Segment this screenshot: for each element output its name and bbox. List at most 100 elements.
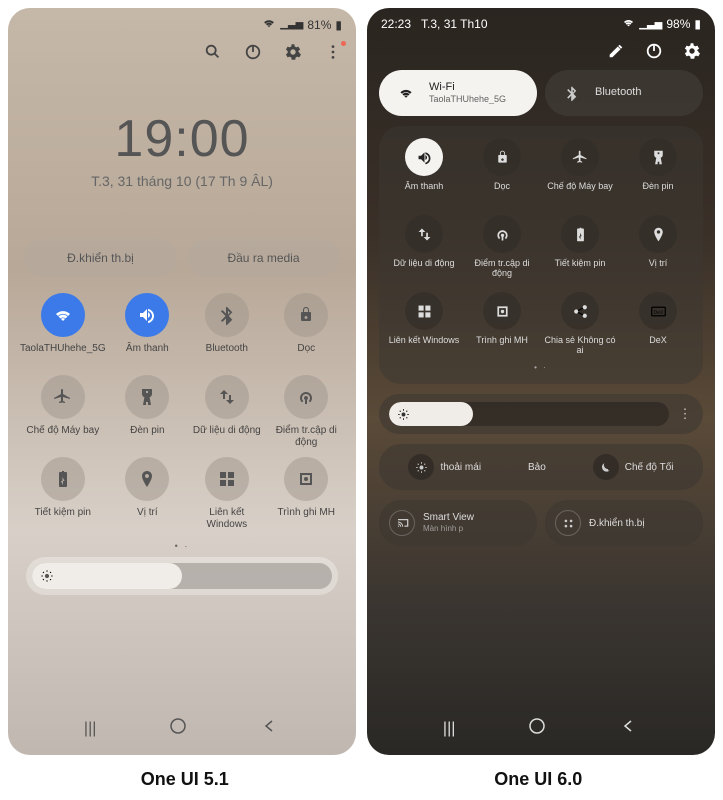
tile-label: Âm thanh — [126, 343, 169, 367]
back-button[interactable] — [619, 716, 639, 741]
gear-icon[interactable] — [284, 43, 302, 61]
flash-icon — [125, 375, 169, 419]
signal-icon: ▁▃▅ — [639, 19, 662, 30]
top-bar — [8, 37, 356, 67]
status-bar: ▁▃▅ 81% ▮ — [8, 8, 356, 37]
bluetooth-pill[interactable]: Bluetooth — [545, 70, 703, 116]
battery-percent: 98% — [666, 17, 690, 31]
media-output-pill[interactable]: Đầu ra media — [187, 239, 340, 277]
page-indicator: • · — [8, 541, 356, 551]
tile-label: Trình ghi MH — [278, 507, 335, 531]
power-icon[interactable] — [645, 42, 663, 60]
tile-rec[interactable]: Trình ghi MH — [269, 457, 344, 531]
batt-icon — [561, 215, 599, 253]
tile-share[interactable]: Chia sẻ Không có ai — [543, 292, 617, 357]
plane-icon — [561, 138, 599, 176]
status-bar: 22:23 T.3, 31 Th10 ▁▃▅ 98% ▮ — [367, 8, 715, 36]
lock-icon — [483, 138, 521, 176]
rec-icon — [483, 292, 521, 330]
tile-label: Đèn pin — [642, 181, 673, 203]
tile-label: Chế độ Máy bay — [547, 181, 613, 203]
power-icon[interactable] — [244, 43, 262, 61]
eye-comfort-toggle[interactable]: thoải mái — [408, 454, 481, 480]
smart-view-pill[interactable]: Smart ViewMàn hình p — [379, 500, 537, 546]
brightness-slider[interactable] — [26, 557, 338, 595]
tile-data[interactable]: Dữ liệu di động — [387, 215, 461, 280]
tile-label: Vị trí — [137, 507, 158, 531]
tile-lock[interactable]: Dọc — [465, 138, 539, 203]
battery-icon: ▮ — [694, 17, 701, 31]
tile-label: Tiết kiệm pin — [555, 258, 606, 280]
loc-icon — [639, 215, 677, 253]
tile-label: Bluetooth — [206, 343, 248, 367]
tile-label: Liên kết Windows — [389, 335, 460, 357]
hotspot-icon — [483, 215, 521, 253]
nav-bar: ||| — [8, 702, 356, 755]
tile-hotspot[interactable]: Điểm tr.cập di động — [269, 375, 344, 449]
gear-icon[interactable] — [683, 42, 701, 60]
more-icon[interactable] — [324, 43, 342, 61]
recents-button[interactable]: ||| — [443, 720, 455, 738]
protect-toggle[interactable]: Bảo — [528, 462, 546, 473]
win-icon — [205, 457, 249, 501]
home-button[interactable] — [527, 716, 547, 741]
clock-date: T.3, 31 tháng 10 (17 Th 9 ÂL) — [8, 173, 356, 189]
wifi-pill[interactable]: Wi-FiTaolaTHUhehe_5G — [379, 70, 537, 116]
tile-plane[interactable]: Chế độ Máy bay — [543, 138, 617, 203]
tile-label: Liên kết Windows — [189, 507, 264, 531]
tile-label: Chế độ Máy bay — [26, 425, 99, 449]
tile-label: Dữ liệu di động — [393, 258, 454, 280]
tile-flash[interactable]: Đèn pin — [110, 375, 185, 449]
modes-row: thoải mái Bảo Chế độ Tối — [379, 444, 703, 490]
tile-sound[interactable]: Âm thanh — [387, 138, 461, 203]
bt-icon — [205, 293, 249, 337]
device-control-pill[interactable]: Đ.khiển th.bị — [24, 239, 177, 277]
tile-loc[interactable]: Vị trí — [110, 457, 185, 531]
batt-icon — [41, 457, 85, 501]
tile-loc[interactable]: Vị trí — [621, 215, 695, 280]
tile-batt[interactable]: Tiết kiệm pin — [543, 215, 617, 280]
tile-label: Đèn pin — [130, 425, 164, 449]
recents-button[interactable]: ||| — [84, 720, 96, 738]
tile-label: Trình ghi MH — [476, 335, 528, 357]
back-button[interactable] — [260, 716, 280, 741]
tile-sound[interactable]: Âm thanh — [110, 293, 185, 367]
captions: One UI 5.1 One UI 6.0 — [0, 763, 723, 800]
phone-oneui-60: 22:23 T.3, 31 Th10 ▁▃▅ 98% ▮ Wi-FiTaolaT… — [367, 8, 715, 755]
tile-plane[interactable]: Chế độ Máy bay — [20, 375, 106, 449]
cast-icon — [389, 510, 415, 536]
home-button[interactable] — [168, 716, 188, 741]
data-icon — [205, 375, 249, 419]
tile-lock[interactable]: Dọc — [269, 293, 344, 367]
brightness-more-icon[interactable]: ⋮ — [677, 406, 693, 422]
edit-icon[interactable] — [607, 42, 625, 60]
plane-icon — [41, 375, 85, 419]
tile-label: TaolaTHUhehe_5G — [20, 343, 106, 367]
tile-batt[interactable]: Tiết kiệm pin — [20, 457, 106, 531]
quick-tiles-grid: TaolaTHUhehe_5G Âm thanh Bluetooth Dọc Chế đ… — [8, 283, 356, 541]
signal-icon: ▁▃▅ — [280, 19, 303, 30]
tile-label: Điểm tr.cập di động — [269, 425, 344, 449]
top-bar — [367, 36, 715, 66]
tile-win[interactable]: Liên kết Windows — [189, 457, 264, 531]
device-control-pill[interactable]: Đ.khiển th.bị — [545, 500, 703, 546]
tile-data[interactable]: Dữ liệu di động — [189, 375, 264, 449]
tile-label: Tiết kiệm pin — [35, 507, 91, 531]
tile-label: Chia sẻ Không có ai — [543, 335, 617, 357]
bluetooth-icon — [557, 78, 587, 108]
tile-win[interactable]: Liên kết Windows — [387, 292, 461, 357]
tile-bt[interactable]: Bluetooth — [189, 293, 264, 367]
caption-left: One UI 5.1 — [8, 769, 362, 790]
dark-mode-toggle[interactable]: Chế độ Tối — [593, 454, 674, 480]
tile-hotspot[interactable]: Điểm tr.cập di động — [465, 215, 539, 280]
tile-flash[interactable]: Đèn pin — [621, 138, 695, 203]
data-icon — [405, 215, 443, 253]
search-icon[interactable] — [204, 43, 222, 61]
brightness-slider[interactable]: ⋮ — [379, 394, 703, 434]
tile-wifi[interactable]: TaolaTHUhehe_5G — [20, 293, 106, 367]
clock-time: 19:00 — [8, 109, 356, 169]
tile-dex[interactable]: DeX — [621, 292, 695, 357]
tile-rec[interactable]: Trình ghi MH — [465, 292, 539, 357]
dex-icon — [639, 292, 677, 330]
sound-icon — [125, 293, 169, 337]
